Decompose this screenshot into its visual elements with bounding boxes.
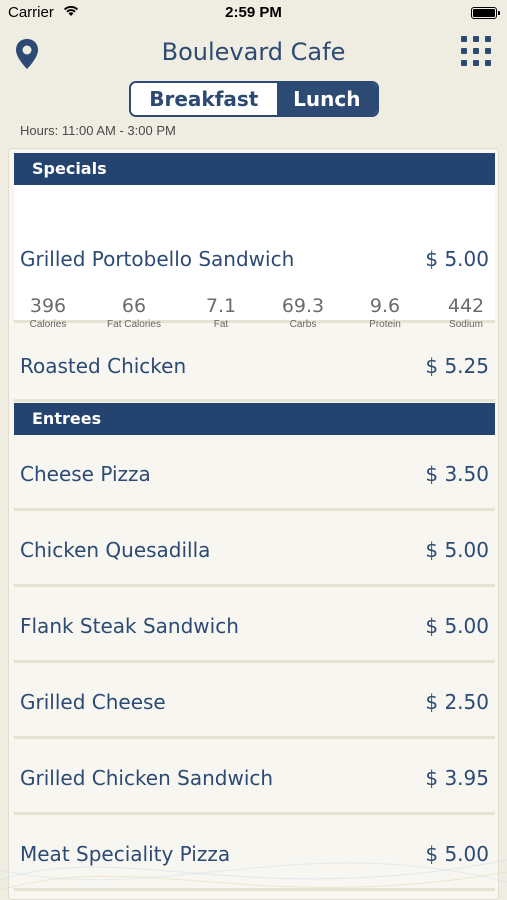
page-title: Boulevard Cafe <box>161 38 346 66</box>
nutrition-calories: 396 Calories <box>9 295 88 330</box>
nutrition-fat: 7.1 Fat <box>181 295 261 330</box>
nutrition-sodium: 442 Sodium <box>426 295 498 330</box>
item-name: Cheese Pizza <box>20 462 151 486</box>
meal-segmented-control: Breakfast Lunch <box>129 81 379 117</box>
item-name: Grilled Portobello Sandwich <box>20 247 295 271</box>
navigation-bar: Boulevard Cafe <box>0 28 507 78</box>
item-name: Grilled Chicken Sandwich <box>20 766 274 790</box>
hours-label: Hours: 11:00 AM - 3:00 PM <box>20 123 176 138</box>
item-name: Chicken Quesadilla <box>20 538 211 562</box>
nutrition-carbs: 69.3 Carbs <box>263 295 343 330</box>
menu-item[interactable]: Cheese Pizza $ 3.50 <box>14 435 495 511</box>
nutrition-protein: 9.6 Protein <box>345 295 425 330</box>
item-price: $ 5.00 <box>425 247 489 271</box>
lunch-tab[interactable]: Lunch <box>276 83 377 115</box>
item-name: Meat Speciality Pizza <box>20 842 231 866</box>
battery-icon <box>471 7 500 19</box>
item-name: Grilled Cheese <box>20 690 166 714</box>
item-price: $ 5.00 <box>425 842 489 866</box>
clock: 2:59 PM <box>225 4 282 21</box>
menu-item[interactable]: Chicken Quesadilla $ 5.00 <box>14 511 495 587</box>
menu-item[interactable]: Meat Speciality Pizza $ 5.00 <box>14 815 495 891</box>
nutrition-value: 442 <box>447 295 485 317</box>
menu-item[interactable]: Grilled Cheese $ 2.50 <box>14 663 495 739</box>
nutrition-value: 9.6 <box>369 295 401 317</box>
item-price: $ 2.50 <box>425 690 489 714</box>
item-price: $ 5.00 <box>425 614 489 638</box>
nutrition-value: 66 <box>121 295 147 317</box>
nutrition-value: 7.1 <box>205 295 237 317</box>
menu-item[interactable]: Roasted Chicken $ 5.25 <box>14 326 495 402</box>
item-name: Roasted Chicken <box>20 354 187 378</box>
status-bar: Carrier 2:59 PM <box>0 0 507 28</box>
breakfast-tab[interactable]: Breakfast <box>131 83 277 115</box>
section-header-specials: Specials <box>14 153 495 185</box>
nutrition-value: 396 <box>29 295 67 317</box>
item-price: $ 3.50 <box>425 462 489 486</box>
grid-menu-icon[interactable] <box>461 36 491 66</box>
nutrition-fat-calories: 66 Fat Calories <box>94 295 174 330</box>
nutrition-value: 69.3 <box>281 295 325 317</box>
item-price: $ 3.95 <box>425 766 489 790</box>
menu-item[interactable]: Grilled Chicken Sandwich $ 3.95 <box>14 739 495 815</box>
item-price: $ 5.25 <box>425 354 489 378</box>
section-header-entrees: Entrees <box>14 403 495 435</box>
item-name: Flank Steak Sandwich <box>20 614 239 638</box>
menu-item[interactable]: Flank Steak Sandwich $ 5.00 <box>14 587 495 663</box>
menu-item-expanded[interactable]: Grilled Portobello Sandwich $ 5.00 396 C… <box>14 185 495 330</box>
item-price: $ 5.00 <box>425 538 489 562</box>
menu-list: Specials Grilled Portobello Sandwich $ 5… <box>8 148 499 900</box>
